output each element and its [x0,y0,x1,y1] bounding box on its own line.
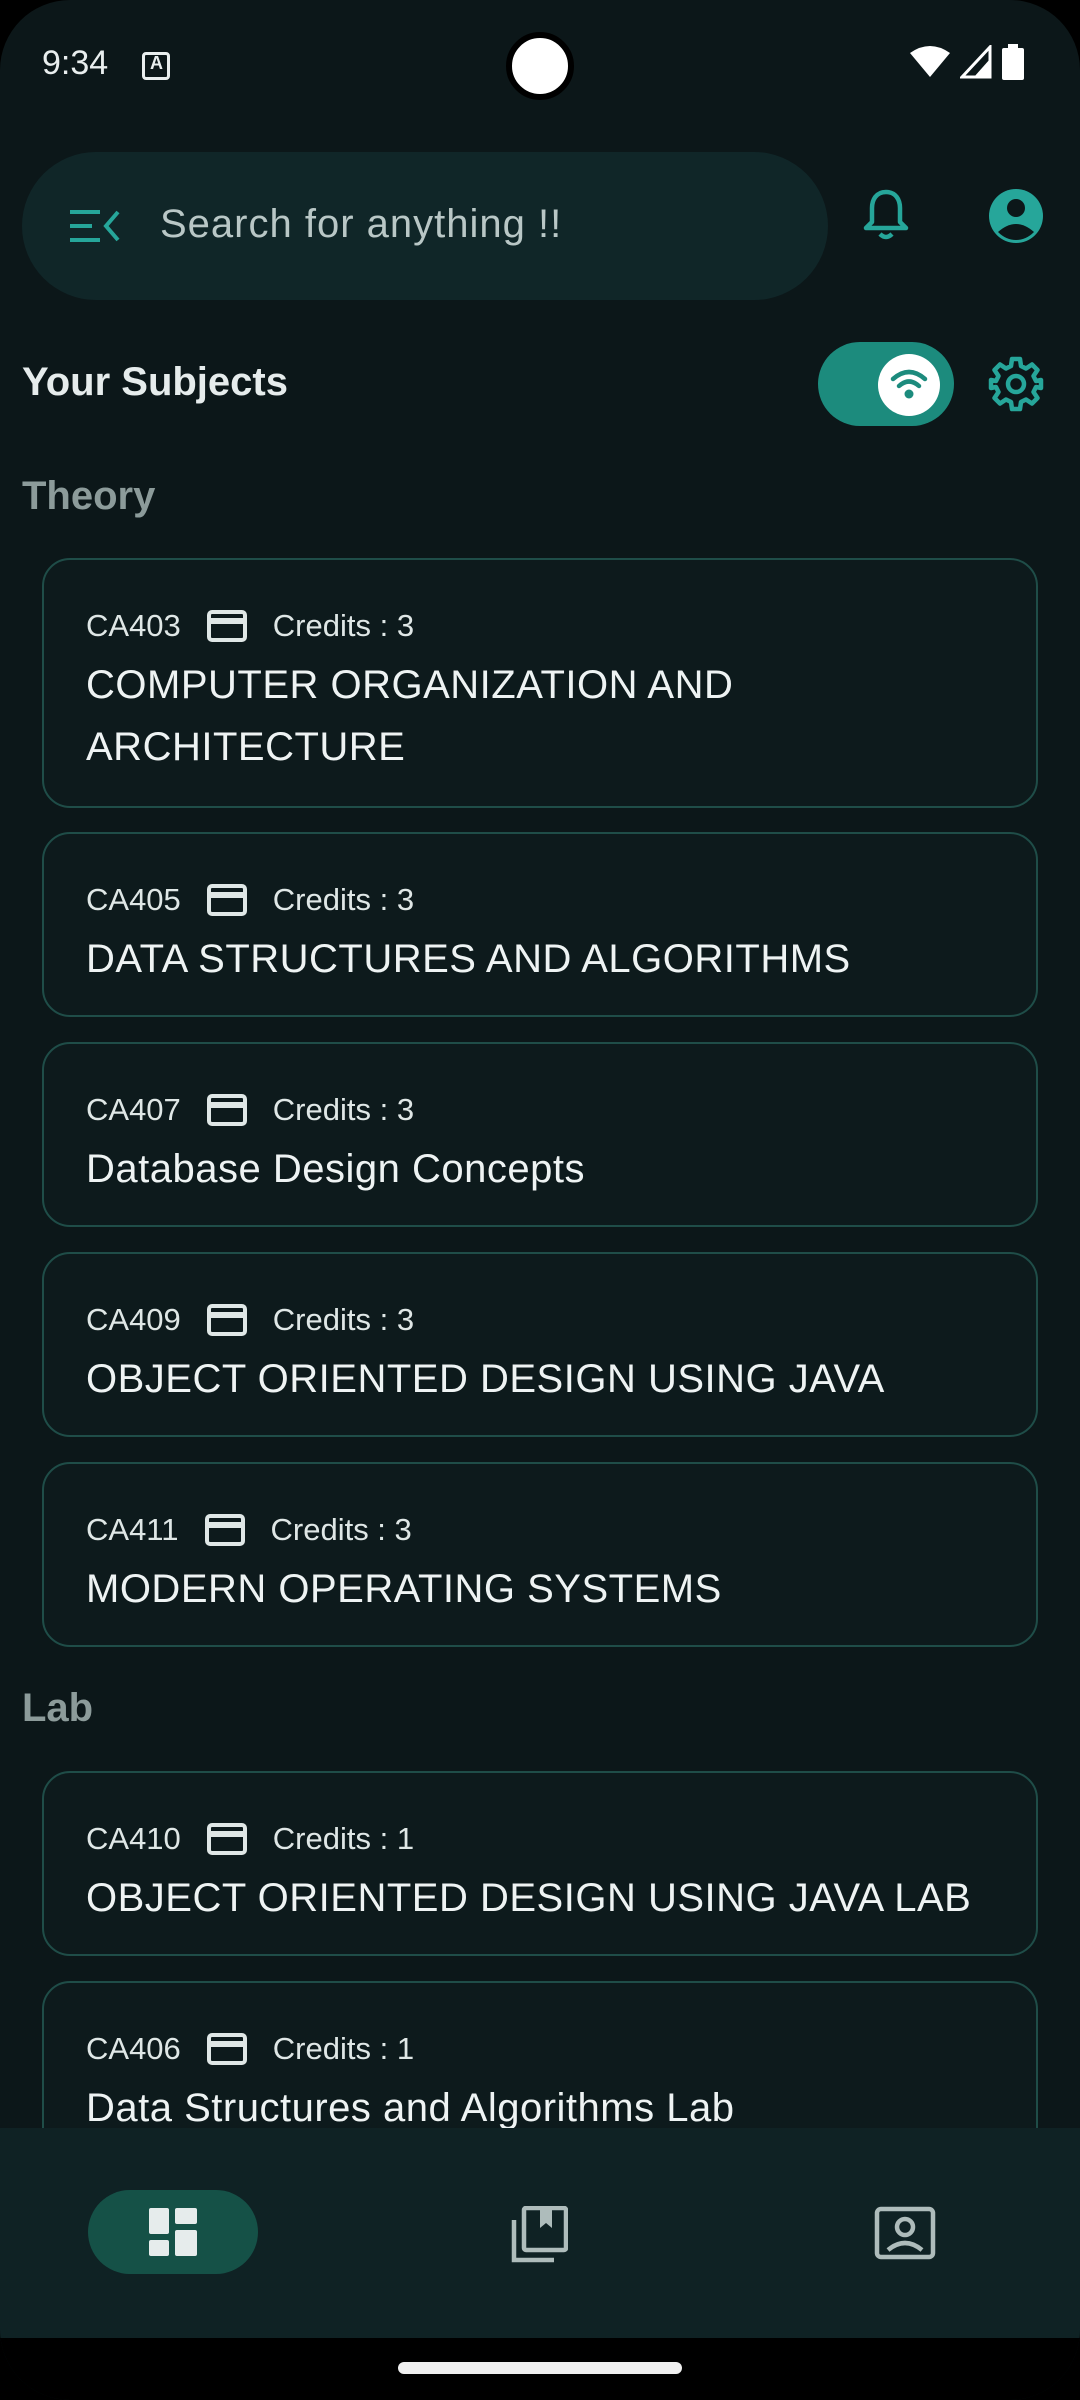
card-meta: CA411 Credits : 3 [86,1512,412,1548]
search-bar[interactable]: Search for anything !! [22,152,828,300]
credit-card-icon [206,610,247,642]
course-title: OBJECT ORIENTED DESIGN USING JAVA LAB [86,1876,972,1920]
accessibility-notification-icon [142,52,170,80]
nav-library[interactable] [500,2190,580,2274]
wifi-icon [890,369,928,399]
credit-card-icon [206,1094,247,1126]
section-label-theory: Theory [22,474,156,518]
wifi-signal-icon [910,46,950,77]
course-title: DATA STRUCTURES AND ALGORITHMS [86,937,851,981]
app-screen: 9:34 Search for anything !! [0,0,1080,2400]
status-icons [910,44,1024,80]
camera-cutout [506,32,574,100]
cell-signal-icon [960,45,992,79]
card-meta: CA405 Credits : 3 [86,882,414,918]
course-credits: Credits : 3 [270,1512,412,1547]
offline-mode-toggle[interactable] [818,342,954,426]
course-title: COMPUTER ORGANIZATION AND ARCHITECTURE [86,663,734,769]
bottom-navigation [0,2128,1080,2338]
subject-card[interactable]: CA405 Credits : 3 DATA STRUCTURES AND AL… [42,832,1038,1017]
credit-card-icon [206,1304,247,1336]
course-code: CA403 [86,608,181,643]
subject-card[interactable]: CA410 Credits : 1 OBJECT ORIENTED DESIGN… [42,1771,1038,1956]
subject-card[interactable]: CA411 Credits : 3 MODERN OPERATING SYSTE… [42,1462,1038,1647]
gear-icon[interactable] [988,356,1044,412]
credit-card-icon [204,1514,245,1546]
card-meta: CA403 Credits : 3 [86,608,414,644]
course-title: OBJECT ORIENTED DESIGN USING JAVA [86,1357,885,1401]
home-indicator[interactable] [398,2362,682,2374]
card-meta: CA410 Credits : 1 [86,1821,414,1857]
menu-collapse-icon[interactable] [70,206,120,246]
card-meta: CA407 Credits : 3 [86,1092,414,1128]
course-code: CA407 [86,1092,181,1127]
subject-card[interactable]: CA407 Credits : 3 Database Design Concep… [42,1042,1038,1227]
card-meta: CA409 Credits : 3 [86,1302,414,1338]
toggle-knob [878,354,940,416]
status-bar: 9:34 [0,0,1080,130]
subject-card[interactable]: CA403 Credits : 3 COMPUTER ORGANIZATION … [42,558,1038,808]
course-credits: Credits : 3 [272,608,415,643]
course-credits: Credits : 1 [272,2031,415,2066]
card-meta: CA406 Credits : 1 [86,2031,414,2067]
account-circle-icon[interactable] [988,188,1044,244]
course-code: CA411 [86,1512,179,1547]
course-credits: Credits : 3 [272,882,415,917]
search-input[interactable]: Search for anything !! [160,202,562,247]
nav-profile[interactable] [866,2190,946,2274]
dashboard-icon [149,2208,197,2256]
course-title: MODERN OPERATING SYSTEMS [86,1567,722,1611]
status-time: 9:34 [42,44,109,82]
section-label-lab: Lab [22,1686,94,1730]
course-code: CA409 [86,1302,181,1337]
course-title: Database Design Concepts [86,1147,585,1191]
credit-card-icon [206,884,247,916]
credit-card-icon [206,2033,247,2065]
contact-card-icon [874,2206,936,2260]
course-credits: Credits : 1 [272,1821,415,1856]
subject-card[interactable]: CA409 Credits : 3 OBJECT ORIENTED DESIGN… [42,1252,1038,1437]
page-title: Your Subjects [22,360,288,404]
course-code: CA406 [86,2031,181,2066]
course-credits: Credits : 3 [272,1302,415,1337]
course-credits: Credits : 3 [272,1092,415,1127]
library-books-icon [511,2206,568,2263]
credit-card-icon [206,1823,247,1855]
course-code: CA405 [86,882,181,917]
bell-icon[interactable] [862,188,910,242]
nav-dashboard[interactable] [88,2190,258,2274]
course-code: CA410 [86,1821,181,1856]
battery-icon [1002,44,1024,80]
